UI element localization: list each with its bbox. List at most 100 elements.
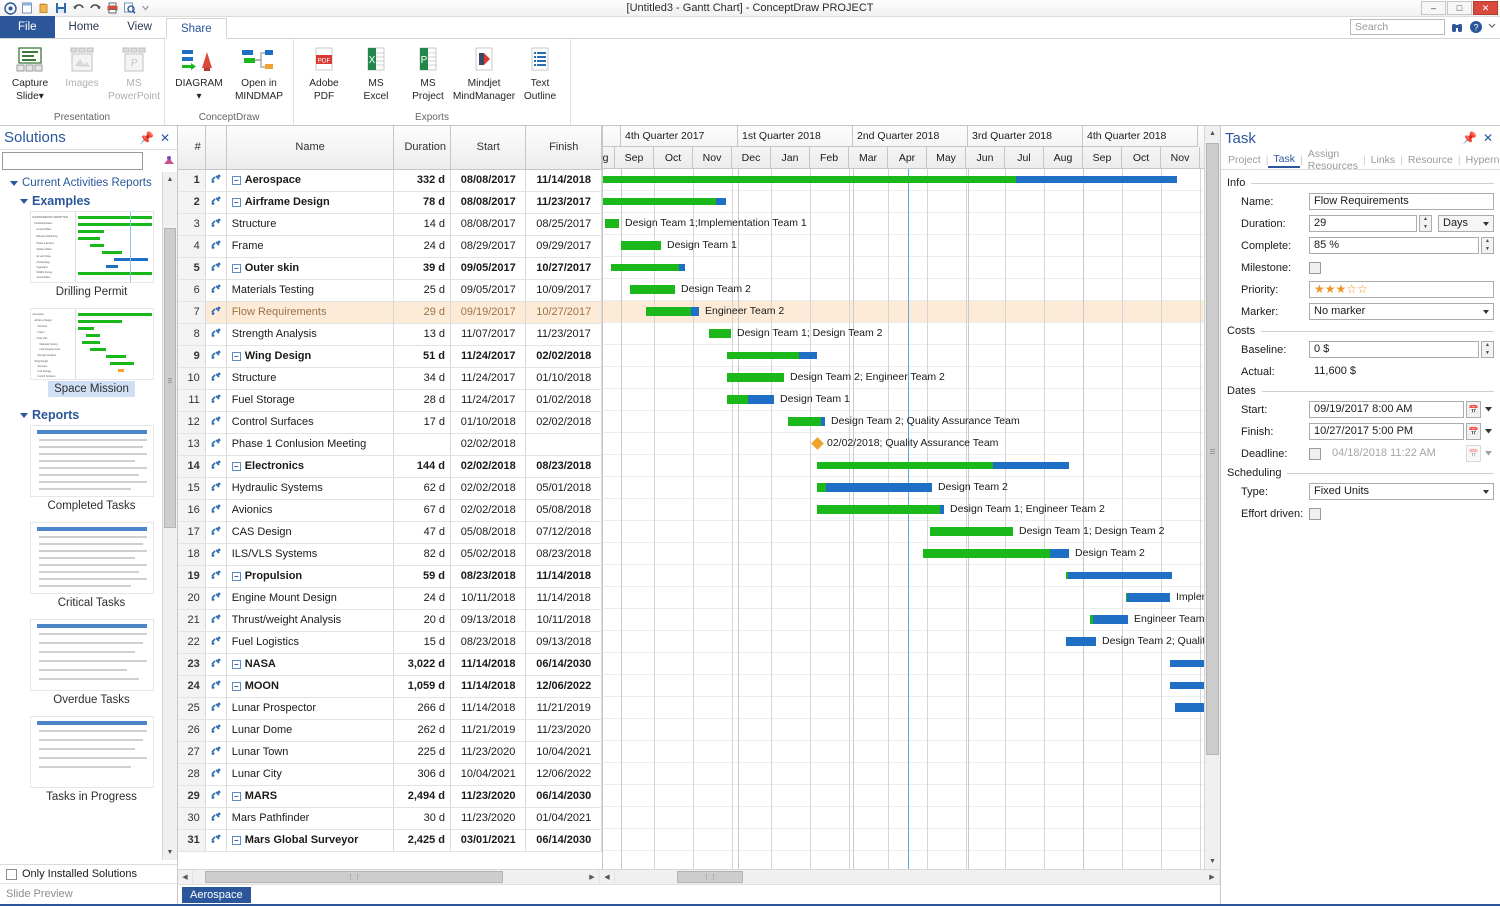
task-name-cell[interactable]: Structure (226, 367, 394, 389)
scroll-down-arrow-icon[interactable]: ▼ (1205, 854, 1220, 869)
chevron-down-icon[interactable] (1483, 423, 1494, 440)
solution-caption[interactable]: Critical Tasks (52, 595, 132, 611)
task-duration-cell[interactable]: 29 d (394, 301, 451, 323)
task-duration-cell[interactable]: 225 d (394, 741, 451, 763)
summary-bar[interactable] (603, 176, 1177, 183)
chart-scroll-track[interactable]: ⋮⋮ (615, 870, 1205, 884)
tab-assign-resources[interactable]: Assign Resources (1303, 147, 1363, 173)
scroll-up-arrow-icon[interactable]: ▲ (163, 172, 177, 187)
ribbon-tab-view[interactable]: View (113, 17, 166, 38)
task-start-cell[interactable]: 09/19/2017 (451, 301, 526, 323)
task-duration-cell[interactable]: 24 d (394, 235, 451, 257)
task-duration-cell[interactable]: 24 d (394, 587, 451, 609)
task-duration-cell[interactable]: 28 d (394, 389, 451, 411)
task-bar[interactable] (1066, 637, 1096, 646)
task-start-cell[interactable]: 11/24/2017 (451, 389, 526, 411)
row-link-indicator-icon[interactable] (205, 807, 226, 829)
task-bar[interactable] (727, 373, 784, 382)
task-duration-cell[interactable]: 3,022 d (394, 653, 451, 675)
summary-bar[interactable] (1066, 572, 1172, 579)
task-name-cell[interactable]: Lunar Town (226, 741, 394, 763)
task-panel-tabs[interactable]: Project | Task | Assign Resources | Link… (1221, 150, 1500, 170)
task-finish-cell[interactable]: 08/25/2017 (526, 213, 602, 235)
task-finish-cell[interactable]: 12/06/2022 (526, 675, 602, 697)
collapse-expand-icon[interactable]: − (232, 352, 241, 361)
task-name-cell[interactable]: Lunar Prospector (226, 697, 394, 719)
task-bar[interactable] (709, 329, 731, 338)
task-finish-cell[interactable] (526, 433, 602, 455)
chart-row[interactable] (603, 697, 1220, 719)
row-link-indicator-icon[interactable] (205, 741, 226, 763)
solution-caption[interactable]: Tasks in Progress (40, 789, 143, 805)
row-link-indicator-icon[interactable] (205, 257, 226, 279)
ribbon-tab-strip[interactable]: File Home View Share Search ? (0, 17, 1500, 39)
timeline-month-label[interactable]: Sep (1083, 147, 1122, 169)
row-number[interactable]: 3 (178, 213, 205, 235)
open-in-mindmap-button[interactable]: Open in MINDMAP (229, 41, 289, 105)
task-name-cell[interactable]: ILS/VLS Systems (226, 543, 394, 565)
task-duration-cell[interactable]: 332 d (394, 169, 451, 191)
table-row[interactable]: 15Hydraulic Systems62 d02/02/201805/01/2… (178, 477, 602, 499)
chevron-down-icon[interactable] (1483, 445, 1494, 462)
solution-caption[interactable]: Drilling Permit (50, 284, 134, 300)
table-row[interactable]: 3Structure14 d08/08/201708/25/2017 (178, 213, 602, 235)
table-row[interactable]: 8Strength Analysis13 d11/07/201711/23/20… (178, 323, 602, 345)
task-finish-cell[interactable]: 06/14/2030 (526, 785, 602, 807)
row-number[interactable]: 17 (178, 521, 205, 543)
row-link-indicator-icon[interactable] (205, 785, 226, 807)
table-row[interactable]: 22Fuel Logistics15 d08/23/201809/13/2018 (178, 631, 602, 653)
row-number[interactable]: 4 (178, 235, 205, 257)
timeline-quarter-label[interactable]: 2nd Quarter 2018 (853, 126, 968, 147)
timeline-quarter-label[interactable]: 1st Quarter 2018 (738, 126, 853, 147)
task-duration-cell[interactable]: 82 d (394, 543, 451, 565)
table-row[interactable]: 31−Mars Global Surveyor2,425 d03/01/2021… (178, 829, 602, 851)
row-link-indicator-icon[interactable] (205, 433, 226, 455)
solution-item-space-mission[interactable]: Aerospace Airframe Design Structure Fram… (6, 308, 177, 403)
chevron-down-icon[interactable] (1483, 401, 1494, 418)
timeline-quarter-label[interactable]: 4th Quarter 2017 (621, 126, 738, 147)
task-name-cell[interactable]: −Mars Global Surveyor (226, 829, 394, 851)
timeline-month-label[interactable]: Jul (1005, 147, 1044, 169)
collapse-expand-icon[interactable]: − (232, 792, 241, 801)
row-number[interactable]: 30 (178, 807, 205, 829)
task-finish-cell[interactable]: 12/06/2022 (526, 763, 602, 785)
column-header-duration[interactable]: Duration (394, 126, 451, 169)
row-link-indicator-icon[interactable] (205, 763, 226, 785)
timeline-month-label[interactable]: Dec (732, 147, 771, 169)
task-finish-cell[interactable]: 05/01/2018 (526, 477, 602, 499)
task-finish-cell[interactable]: 02/02/2018 (526, 345, 602, 367)
row-link-indicator-icon[interactable] (205, 587, 226, 609)
images-button[interactable]: Images (56, 41, 108, 92)
row-link-indicator-icon[interactable] (205, 829, 226, 851)
solution-item-tasks-in-progress[interactable]: Tasks in Progress (6, 716, 177, 811)
row-link-indicator-icon[interactable] (205, 675, 226, 697)
chart-row[interactable] (603, 675, 1220, 697)
task-start-cell[interactable]: 09/13/2018 (451, 609, 526, 631)
task-name-cell[interactable]: −Aerospace (226, 169, 394, 191)
minimize-button[interactable]: – (1421, 1, 1446, 15)
row-number[interactable]: 27 (178, 741, 205, 763)
task-duration-cell[interactable]: 262 d (394, 719, 451, 741)
start-date-field[interactable]: 09/19/2017 8:00 AM (1309, 401, 1464, 418)
solution-item-drilling-permit[interactable]: ENVIRONMENTAL PERMITTING Field Explorati… (6, 211, 177, 306)
chevron-down-icon[interactable] (20, 413, 28, 418)
task-name-cell[interactable]: CAS Design (226, 521, 394, 543)
task-start-cell[interactable]: 05/08/2018 (451, 521, 526, 543)
row-number[interactable]: 29 (178, 785, 205, 807)
deadline-date-field[interactable]: 04/18/2018 11:22 AM (1327, 445, 1464, 462)
scrollbar-thumb[interactable]: ⋮⋮ (677, 871, 743, 883)
table-row[interactable]: 17CAS Design47 d05/08/201807/12/2018 (178, 521, 602, 543)
task-start-cell[interactable]: 11/23/2020 (451, 807, 526, 829)
task-start-cell[interactable]: 11/23/2020 (451, 785, 526, 807)
summary-bar[interactable] (603, 198, 726, 205)
task-bar[interactable] (788, 417, 825, 426)
row-link-indicator-icon[interactable] (205, 631, 226, 653)
collapse-expand-icon[interactable]: − (232, 264, 241, 273)
complete-stepper[interactable]: ▲▼ (1481, 237, 1494, 254)
task-bar[interactable] (817, 505, 944, 514)
row-number[interactable]: 22 (178, 631, 205, 653)
solutions-scroll-area[interactable]: Current Activities Reports Examples ENVI… (0, 172, 177, 864)
chart-row[interactable] (603, 345, 1220, 367)
timeline-month-label[interactable]: May (927, 147, 966, 169)
table-scroll-right-arrow-icon[interactable]: ▶ (585, 870, 600, 884)
